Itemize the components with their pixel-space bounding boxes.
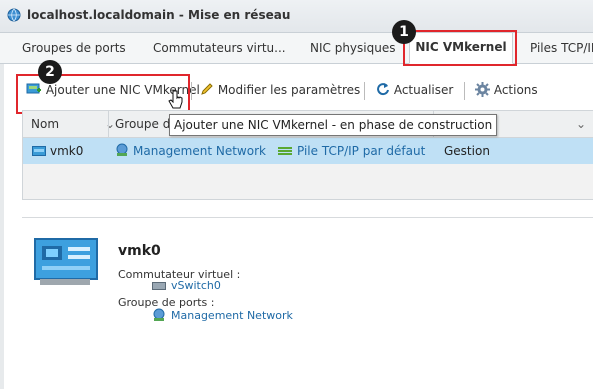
edit-settings-label: Modifier les paramètres [217, 83, 361, 97]
toolbar-separator [364, 82, 365, 100]
refresh-button[interactable]: Actualiser [376, 72, 453, 108]
vswitch-icon [152, 280, 166, 293]
tab-vmkernel-nics[interactable]: NIC VMkernel [409, 32, 513, 64]
port-group-icon [152, 308, 166, 325]
callout-badge-2: 2 [38, 60, 62, 84]
panel-divider [22, 217, 593, 218]
cell-services: Gestion [444, 144, 490, 158]
column-name-sort-icon[interactable]: ⌄ [105, 111, 115, 137]
tab-physical-nics[interactable]: NIC physiques [310, 33, 395, 63]
column-separator [108, 111, 109, 137]
vswitch-link[interactable]: vSwitch0 [171, 279, 221, 292]
cell-tcpip-stack[interactable]: Pile TCP/IP par défaut [297, 138, 425, 164]
portgroup-label: Groupe de ports : [118, 296, 215, 309]
column-services-sort-icon[interactable]: ⌄ [576, 111, 586, 137]
nic-icon [32, 138, 46, 164]
toolbar-separator [464, 82, 465, 100]
mouse-cursor-icon [168, 90, 183, 109]
tab-virtual-switches[interactable]: Commutateurs virtu... [153, 33, 286, 63]
add-nic-icon [26, 83, 41, 94]
left-edge [0, 64, 4, 389]
callout-badge-1: 1 [392, 20, 416, 44]
globe-icon [7, 8, 21, 22]
tab-bar: Groupes de ports Commutateurs virtu... N… [0, 32, 593, 64]
edit-settings-button[interactable]: Modifier les paramètres [200, 72, 360, 108]
detail-title: vmk0 [118, 243, 161, 259]
nic-card-icon [34, 238, 98, 285]
tooltip: Ajouter une NIC VMkernel - en phase de c… [169, 114, 498, 136]
cell-port-group[interactable]: Management Network [133, 138, 266, 164]
cell-name: vmk0 [50, 144, 84, 158]
toolbar: Ajouter une NIC VMkernel Modifier les pa… [8, 72, 593, 109]
refresh-label: Actualiser [393, 83, 454, 97]
window-title: localhost.localdomain - Mise en réseau [27, 8, 291, 22]
toolbar-separator [191, 82, 192, 100]
pencil-icon [201, 83, 213, 95]
tab-tcpip-stacks[interactable]: Piles TCP/IP [530, 33, 593, 63]
tcpip-stack-icon [278, 138, 292, 164]
column-name[interactable]: Nom [31, 111, 59, 137]
window-titlebar: localhost.localdomain - Mise en réseau [0, 0, 593, 33]
table-row[interactable]: vmk0 Management Network Pile TCP/IP par … [23, 138, 593, 164]
actions-button[interactable]: Actions [475, 72, 538, 108]
gear-icon [475, 82, 490, 97]
refresh-icon [377, 83, 389, 96]
tab-port-groups[interactable]: Groupes de ports [22, 33, 126, 63]
portgroup-link[interactable]: Management Network [171, 309, 293, 322]
port-group-icon [115, 138, 129, 164]
actions-label: Actions [493, 83, 538, 97]
